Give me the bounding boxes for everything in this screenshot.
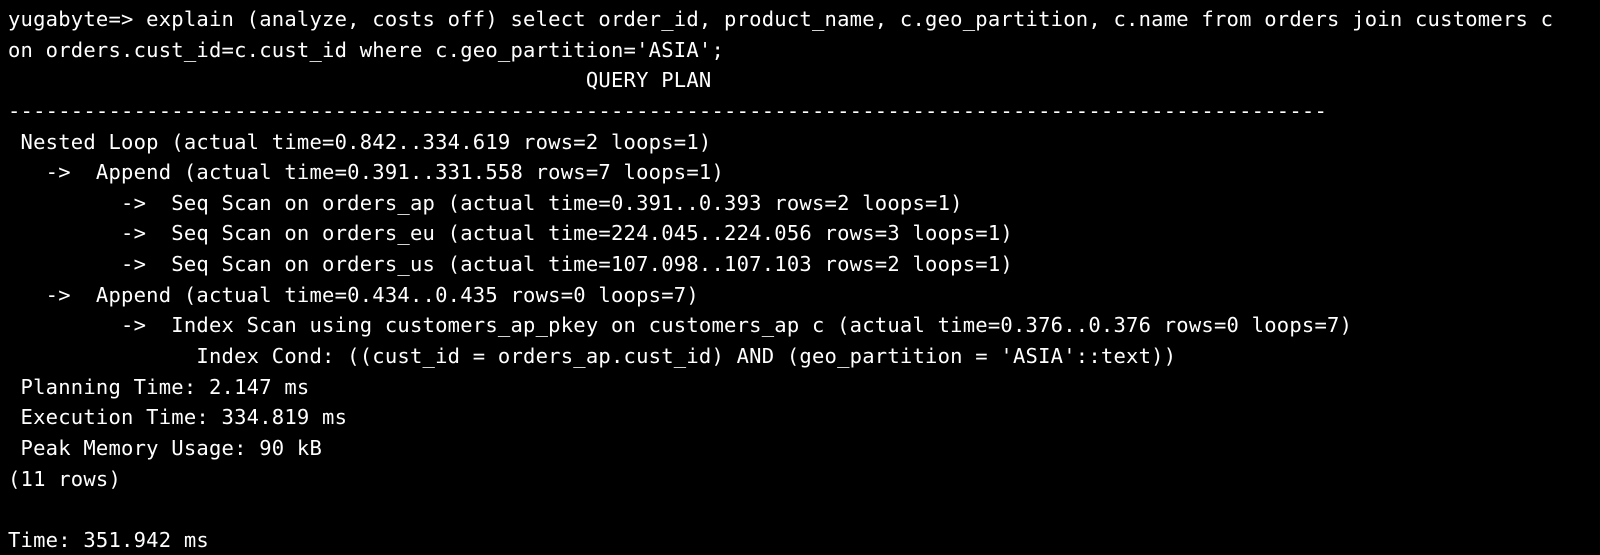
plan-line: -> Append (actual time=0.391..331.558 ro… (8, 160, 725, 185)
row-count-line: (11 rows) (8, 466, 122, 491)
plan-line: -> Append (actual time=0.434..0.435 rows… (8, 282, 699, 307)
plan-line: -> Seq Scan on orders_eu (actual time=22… (8, 221, 1013, 246)
output-separator: ----------------------------------------… (8, 98, 1328, 123)
peak-memory-line: Peak Memory Usage: 90 kB (8, 435, 323, 460)
plan-line: -> Seq Scan on orders_us (actual time=10… (8, 252, 1013, 277)
prompt-command-line: yugabyte=> explain (analyze, costs off) … (8, 7, 1554, 31)
plan-line: Nested Loop (actual time=0.842..334.619 … (8, 129, 712, 154)
planning-time-line: Planning Time: 2.147 ms (8, 374, 310, 399)
plan-line: -> Seq Scan on orders_ap (actual time=0.… (8, 190, 963, 215)
plan-line: -> Index Scan using customers_ap_pkey on… (8, 313, 1353, 338)
execution-time-line: Execution Time: 334.819 ms (8, 405, 348, 430)
terminal-window[interactable]: yugabyte=> explain (analyze, costs off) … (0, 0, 1600, 555)
timing-line: Time: 351.942 ms (8, 527, 209, 552)
plan-line: Index Cond: ((cust_id = orders_ap.cust_i… (8, 344, 1177, 369)
output-column-header: QUERY PLAN (8, 68, 712, 93)
prompt-command-line-continued: on orders.cust_id=c.cust_id where c.geo_… (8, 37, 725, 62)
